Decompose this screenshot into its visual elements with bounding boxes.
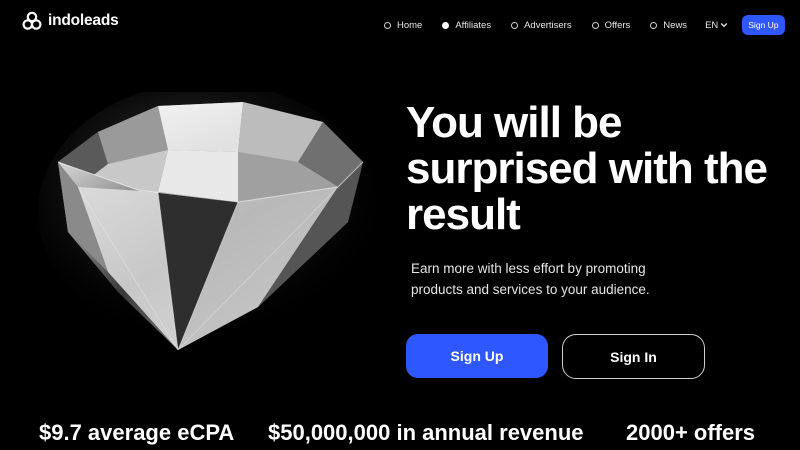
stat-ecpa: $9.7 average eCPA bbox=[39, 420, 235, 445]
indoleads-logo-icon bbox=[22, 11, 42, 30]
subtext-line: products and services to your audience. bbox=[411, 282, 650, 297]
radio-dot-icon bbox=[591, 21, 599, 29]
nav-label: Offers bbox=[604, 19, 631, 31]
nav-item-news[interactable]: News bbox=[650, 20, 687, 31]
stat-offers: 2000+ offers bbox=[626, 420, 756, 445]
radio-dot-icon bbox=[511, 21, 519, 29]
headline-line: surprised with the bbox=[406, 144, 768, 193]
headline-line: You will be bbox=[406, 98, 623, 147]
radio-dot-icon bbox=[650, 21, 658, 29]
language-selector[interactable]: EN bbox=[705, 20, 728, 31]
stats-bar: $9.7 average eCPA $50,000,000 in annual … bbox=[0, 420, 800, 450]
nav-label: Advertisers bbox=[524, 19, 572, 31]
site-header: indoleads Home Affiliates Advertisers Of… bbox=[0, 0, 800, 44]
nav-item-offers[interactable]: Offers bbox=[591, 19, 631, 31]
radio-dot-icon bbox=[384, 21, 391, 29]
nav-label: Home bbox=[397, 19, 423, 31]
hero-subtext: Earn more with less effort by promoting … bbox=[411, 258, 691, 300]
language-label: EN bbox=[705, 19, 719, 31]
nav-item-home[interactable]: Home bbox=[384, 20, 422, 31]
signin-button[interactable]: Sign In bbox=[562, 334, 705, 379]
subtext-line: Earn more with less effort by promoting bbox=[411, 261, 646, 276]
header-signup-button[interactable]: Sign Up bbox=[742, 15, 785, 35]
nav-label: News bbox=[663, 19, 688, 31]
signup-button[interactable]: Sign Up bbox=[406, 334, 548, 378]
headline-line: result bbox=[406, 190, 521, 239]
diamond-image bbox=[38, 92, 378, 351]
nav-item-advertisers[interactable]: Advertisers bbox=[511, 20, 572, 31]
stat-revenue: $50,000,000 in annual revenue bbox=[268, 420, 584, 445]
brand-logo[interactable]: indoleads bbox=[22, 11, 119, 31]
chevron-down-icon bbox=[721, 23, 728, 28]
hero-headline: You will be surprised with the result bbox=[406, 100, 796, 238]
nav-item-affiliates[interactable]: Affiliates bbox=[442, 20, 491, 31]
main-nav: Home Affiliates Advertisers Offers News … bbox=[384, 15, 785, 35]
brand-name: indoleads bbox=[48, 12, 119, 29]
radio-dot-active-icon bbox=[442, 21, 450, 29]
nav-label: Affiliates bbox=[455, 19, 492, 31]
